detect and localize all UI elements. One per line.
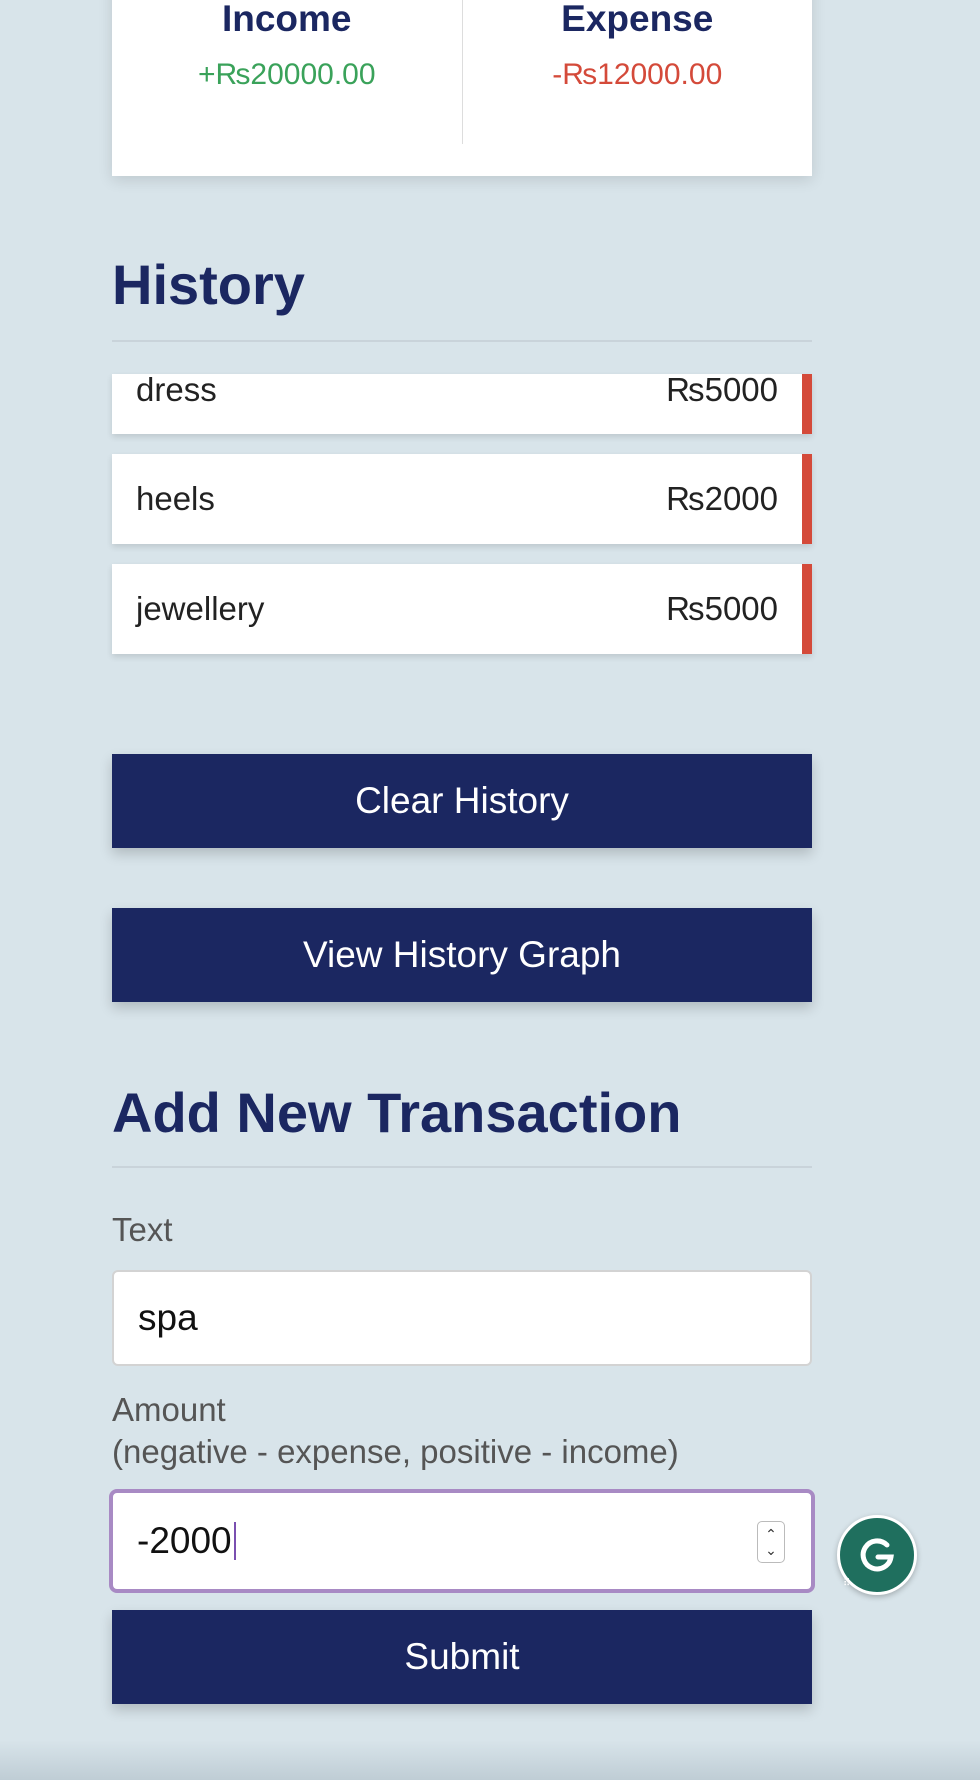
history-item-amount: ₨5000 [666, 590, 778, 627]
history-item[interactable]: dress ₨5000 [112, 371, 812, 434]
text-caret [233, 1522, 236, 1560]
bottom-shadow [0, 1740, 980, 1780]
grammarly-icon[interactable]: ⠿ [837, 1515, 917, 1595]
history-heading: History [112, 252, 812, 342]
expense-column: Expense -₨12000.00 [461, 0, 813, 144]
history-item-text: jewellery [136, 590, 265, 627]
chevron-down-icon[interactable]: ⌄ [765, 1542, 777, 1558]
text-input[interactable]: spa [112, 1270, 812, 1366]
text-input-value: spa [138, 1297, 198, 1338]
add-transaction-heading: Add New Transaction [112, 1080, 812, 1168]
amount-hint: (negative - expense, positive - income) [112, 1433, 679, 1470]
number-spinner[interactable]: ⌃ ⌄ [757, 1521, 785, 1563]
grammarly-g-icon [860, 1538, 894, 1572]
income-column: Income +₨20000.00 [112, 0, 462, 176]
amount-label-text: Amount [112, 1391, 226, 1428]
history-item[interactable]: jewellery ₨5000 [112, 564, 812, 654]
income-expense-card: Income +₨20000.00 Expense -₨12000.00 [112, 0, 812, 176]
income-label: Income [221, 0, 352, 39]
clear-history-button[interactable]: Clear History [112, 754, 812, 848]
view-history-graph-button[interactable]: View History Graph [112, 908, 812, 1002]
submit-button[interactable]: Submit [112, 1610, 812, 1704]
history-item[interactable]: heels ₨2000 [112, 454, 812, 544]
amount-input[interactable]: -2000 ⌃ ⌄ [109, 1489, 815, 1593]
history-item-amount: ₨5000 [666, 371, 778, 408]
history-item-text: heels [136, 480, 215, 517]
expense-amount: -₨12000.00 [552, 58, 723, 91]
text-label: Text [112, 1211, 173, 1248]
expense-label: Expense [561, 0, 714, 39]
chevron-up-icon[interactable]: ⌃ [765, 1526, 777, 1542]
income-amount: +₨20000.00 [197, 58, 376, 91]
history-item-text: dress [136, 371, 217, 408]
history-item-amount: ₨2000 [666, 480, 778, 517]
amount-input-value: -2000 [137, 1520, 232, 1561]
amount-label: Amount (negative - expense, positive - i… [112, 1389, 812, 1473]
drag-handle-icon[interactable]: ⠿ [843, 1579, 850, 1589]
